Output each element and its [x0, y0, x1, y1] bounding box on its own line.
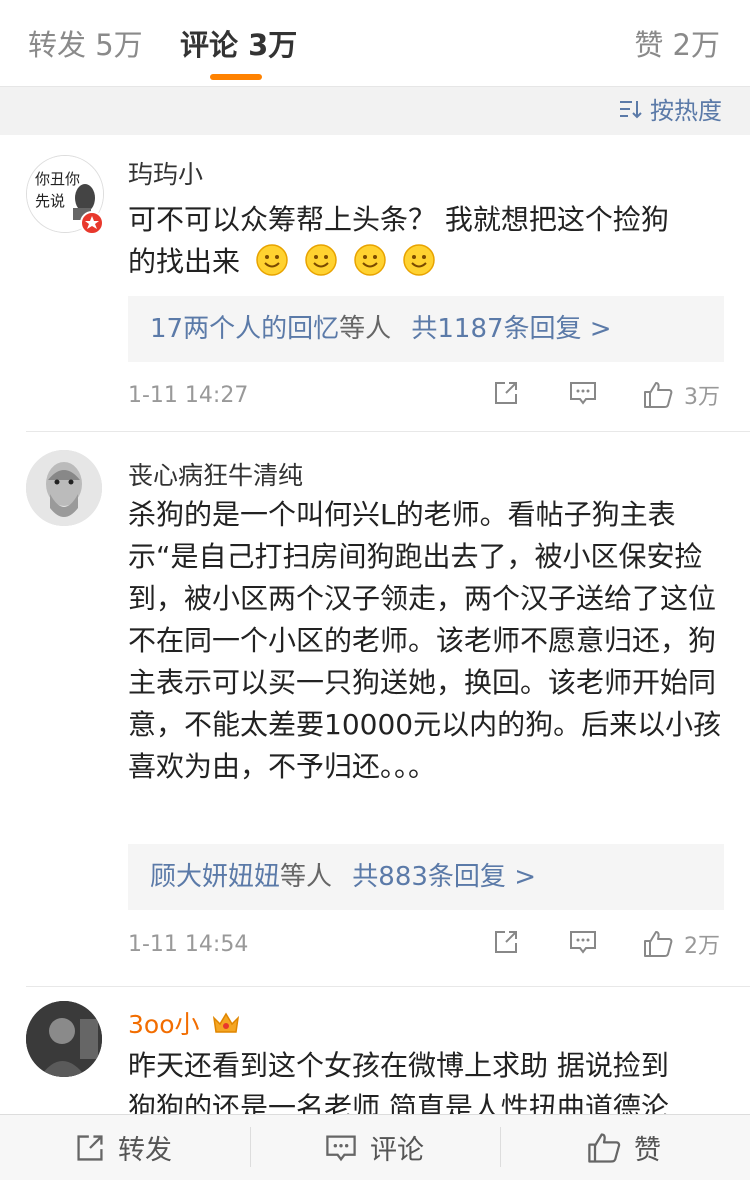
active-tab-indicator [210, 74, 262, 80]
share-button[interactable] [492, 379, 520, 407]
tab-bar: 转发 5万 评论 3万 赞 2万 [0, 0, 750, 86]
reply-button[interactable] [568, 379, 598, 407]
comment-text-line: 狗狗的还是一名老师 简直是人性扭曲道德沦 [128, 1091, 669, 1114]
replies-suffix: 等人 [280, 862, 333, 892]
smile-emoji-icon [256, 244, 288, 276]
comment-icon [570, 382, 596, 405]
share-icon [495, 931, 517, 953]
comment-text-line: 的找出来 [128, 241, 728, 283]
replies-preview[interactable]: 17两个人的回忆等人 共1187条回复 > [128, 296, 724, 362]
like-count: 2万 [684, 934, 720, 959]
comment-icon [326, 1135, 356, 1161]
reply-button[interactable] [568, 928, 598, 956]
comment-text: 昨天还看到这个女孩在微博上求助 据说捡到 狗狗的还是一名老师 简直是人性扭曲道德… [128, 1045, 728, 1114]
sort-icon [620, 100, 642, 118]
comment-button[interactable]: 评论 [324, 1115, 424, 1180]
user-name[interactable]: 玙玙小 [128, 155, 203, 191]
comment-label: 评论 [370, 1135, 424, 1166]
tab-comments[interactable]: 评论 3万 [180, 22, 297, 64]
comment-text: 可不可以众筹帮上头条？ 我就想把这个捡狗 的找出来 [128, 199, 728, 283]
avatar[interactable] [26, 450, 102, 526]
comment-time: 1-11 14:27 [128, 383, 249, 408]
share-icon [495, 382, 517, 404]
vip-crown-icon [213, 1012, 240, 1033]
user-name[interactable]: 3oo小 [128, 1005, 241, 1041]
comment-text-line: 可不可以众筹帮上头条？ 我就想把这个捡狗 [128, 203, 669, 236]
comment-icon [570, 931, 596, 954]
repost-button[interactable]: 转发 [74, 1115, 172, 1180]
verified-badge-icon [80, 211, 104, 235]
separator [250, 1127, 251, 1167]
user-name[interactable]: 丧心病狂牛清纯 [128, 456, 303, 492]
repost-label: 转发 [118, 1135, 172, 1166]
thumbs-up-icon [644, 382, 673, 408]
thumbs-up-icon [588, 1132, 621, 1163]
tab-likes[interactable]: 赞 2万 [634, 22, 720, 64]
user-name-text[interactable]: 3oo小 [128, 1010, 200, 1039]
smile-emoji-icon [305, 244, 337, 276]
comment-item: 你丑你 先说 玙玙小 可不可以众筹帮上头条？ 我就想把这个捡狗 的找出来 17两… [0, 135, 750, 431]
replies-names[interactable]: 顾大妍妞妞 [150, 862, 280, 892]
smile-emoji-icon [402, 244, 435, 276]
avatar-text: 你丑你 [35, 170, 80, 188]
comment-meta: 1-11 14:54 2万 [128, 928, 724, 964]
tab-reposts[interactable]: 转发 5万 [28, 22, 143, 64]
replies-count[interactable]: 共883条回复 > [352, 862, 536, 892]
share-button[interactable] [492, 928, 520, 956]
sort-bar: 按热度 [0, 86, 750, 135]
svg-text:先说: 先说 [35, 192, 65, 210]
comment-text-fragment: 的找出来 [128, 245, 241, 278]
comment-item: 3oo小 昨天还看到这个女孩在微博上求助 据说捡到 狗狗的还是一名老师 简直是人… [0, 987, 750, 1114]
thumbs-up-icon [644, 931, 673, 957]
comment-text-line: 昨天还看到这个女孩在微博上求助 据说捡到 [128, 1049, 669, 1082]
comment-meta: 1-11 14:27 3万 [128, 379, 724, 415]
sort-label: 按热度 [650, 97, 722, 125]
replies-names[interactable]: 17两个人的回忆 [150, 314, 339, 344]
comment-item: 丧心病狂牛清纯 杀狗的是一个叫何兴L的老师。看帖子狗主表示“是自己打扫房间狗跑出… [0, 432, 750, 986]
avatar[interactable] [26, 1001, 102, 1077]
share-icon [77, 1134, 103, 1161]
like-button[interactable]: 赞 [586, 1115, 661, 1180]
sort-button[interactable]: 按热度 [618, 91, 722, 126]
like-button[interactable]: 3万 [642, 379, 720, 411]
replies-count[interactable]: 共1187条回复 > [411, 314, 611, 344]
smile-emoji-icon [353, 244, 386, 276]
like-button[interactable]: 2万 [642, 928, 720, 960]
separator [500, 1127, 501, 1167]
like-label: 赞 [634, 1135, 661, 1166]
replies-suffix: 等人 [339, 314, 392, 344]
comment-time: 1-11 14:54 [128, 932, 249, 957]
like-count: 3万 [684, 385, 720, 410]
replies-preview[interactable]: 顾大妍妞妞等人 共883条回复 > [128, 844, 724, 910]
bottom-action-bar: 转发 评论 赞 [0, 1114, 750, 1180]
comment-text: 杀狗的是一个叫何兴L的老师。看帖子狗主表示“是自己打扫房间狗跑出去了，被小区保安… [128, 498, 722, 783]
